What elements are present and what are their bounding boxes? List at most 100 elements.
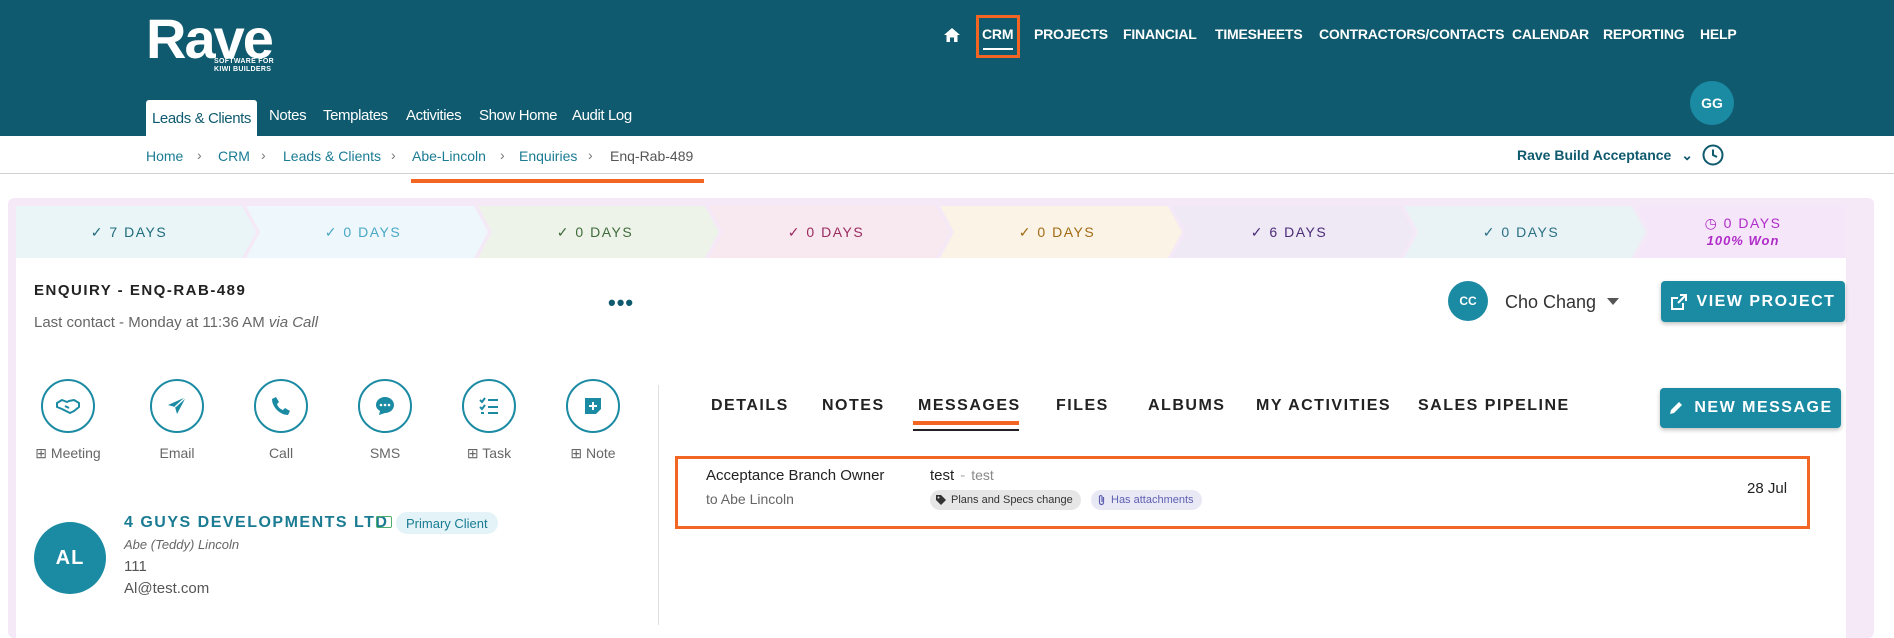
- tag-icon: [936, 495, 946, 505]
- message-subject-line: test - test: [930, 467, 994, 484]
- history-clock-icon[interactable]: [1702, 144, 1724, 166]
- breadcrumb-current: Enq-Rab-489: [610, 148, 694, 164]
- action-task[interactable]: ⊞ Task: [449, 379, 529, 462]
- logo-tagline: SOFTWARE FOR KIWI BUILDERS: [214, 58, 274, 73]
- action-note[interactable]: ⊞ Note: [553, 379, 633, 462]
- action-meeting-prefix: ⊞: [35, 445, 51, 461]
- breadcrumb-highlight: [411, 179, 704, 183]
- message-tag[interactable]: Plans and Specs change: [930, 490, 1081, 510]
- pipeline-select-value: Rave Build Acceptance: [1517, 147, 1672, 163]
- subnav-notes[interactable]: Notes: [269, 107, 307, 124]
- nav-financial[interactable]: FINANCIAL: [1123, 26, 1197, 42]
- breadcrumb-home[interactable]: Home: [146, 148, 183, 164]
- owner-avatar: CC: [1448, 281, 1488, 321]
- message-sender: Acceptance Branch Owner: [706, 467, 885, 484]
- action-email-label: Email: [159, 445, 195, 461]
- subnav-show-home[interactable]: Show Home: [479, 107, 558, 124]
- stage-1: ✓ 7 DAYS: [90, 223, 168, 240]
- new-message-label: NEW MESSAGE: [1694, 399, 1833, 416]
- subnav-templates[interactable]: Templates: [323, 107, 388, 124]
- more-options-icon[interactable]: •••: [608, 290, 634, 316]
- stage-7: ✓ 0 DAYS: [1482, 223, 1560, 240]
- nav-contractors-contacts[interactable]: CONTRACTORS/CONTACTS: [1319, 26, 1504, 42]
- nav-calendar[interactable]: CALENDAR: [1512, 26, 1589, 42]
- last-contact-text: Last contact - Monday at 11:36 AM: [34, 314, 265, 331]
- tab-notes[interactable]: NOTES: [822, 397, 885, 415]
- note-plus-icon: [585, 398, 601, 414]
- message-preview: test: [971, 467, 994, 483]
- action-task-label: Task: [482, 445, 512, 461]
- tab-messages[interactable]: MESSAGES: [918, 397, 1021, 415]
- breadcrumb-enquiries[interactable]: Enquiries: [519, 148, 577, 164]
- primary-client-badge: Primary Client: [396, 512, 498, 534]
- action-call-label: Call: [268, 445, 294, 461]
- nav-crm-underline: [983, 48, 1013, 50]
- subnav-activities[interactable]: Activities: [406, 107, 462, 124]
- client-company[interactable]: 4 GUYS DEVELOPMENTS LTD: [124, 514, 388, 532]
- tab-files[interactable]: FILES: [1056, 397, 1109, 415]
- checklist-icon: [479, 397, 498, 414]
- action-meeting-label: Meeting: [50, 445, 101, 461]
- id-card-icon: [376, 516, 392, 528]
- message-tag-label: Plans and Specs change: [951, 494, 1073, 506]
- last-contact-via: via Call: [268, 314, 319, 331]
- action-meeting[interactable]: ⊞ Meeting: [28, 379, 108, 462]
- app-header: Rave SOFTWARE FOR KIWI BUILDERS CRM PROJ…: [0, 0, 1894, 136]
- action-call[interactable]: Call: [241, 379, 321, 461]
- pipeline-select[interactable]: Rave Build Acceptance ⌄: [1517, 147, 1693, 164]
- message-subject: test: [930, 467, 955, 484]
- nav-timesheets[interactable]: TIMESHEETS: [1215, 26, 1303, 42]
- action-task-prefix: ⊞: [466, 445, 483, 461]
- external-link-icon: [1670, 293, 1687, 310]
- action-note-label: Note: [586, 445, 616, 461]
- breadcrumb-client[interactable]: Abe-Lincoln: [412, 148, 486, 164]
- owner-name[interactable]: Cho Chang: [1505, 292, 1596, 313]
- breadcrumb-leads-clients[interactable]: Leads & Clients: [283, 148, 381, 164]
- last-contact: Last contact - Monday at 11:36 AM via Ca…: [34, 314, 318, 331]
- stage-won-status: 100% Won: [1706, 233, 1780, 248]
- nav-reporting[interactable]: REPORTING: [1603, 26, 1685, 42]
- view-project-label: VIEW PROJECT: [1696, 292, 1836, 310]
- client-contact-name: Abe (Teddy) Lincoln: [124, 537, 240, 552]
- owner-dropdown-caret-icon[interactable]: [1607, 298, 1619, 305]
- message-attachments-label: Has attachments: [1111, 494, 1194, 506]
- action-sms-label: SMS: [369, 445, 401, 461]
- stage-8-label: ◷ 0 DAYS: [1704, 215, 1782, 231]
- enquiry-title: ENQUIRY - ENQ-RAB-489: [34, 282, 247, 299]
- nav-projects[interactable]: PROJECTS: [1034, 26, 1108, 42]
- sms-icon: [376, 397, 394, 415]
- subnav-audit-log[interactable]: Audit Log: [572, 107, 632, 124]
- tab-details[interactable]: DETAILS: [711, 397, 789, 415]
- stage-5: ✓ 0 DAYS: [1018, 223, 1096, 240]
- stage-8: ◷ 0 DAYS 100% Won: [1640, 206, 1846, 258]
- nav-crm[interactable]: CRM: [982, 26, 1013, 42]
- tab-messages-highlight: [913, 421, 1019, 425]
- tab-my-activities[interactable]: MY ACTIVITIES: [1256, 397, 1391, 415]
- subnav-leads-clients[interactable]: Leads & Clients: [146, 100, 257, 136]
- user-avatar[interactable]: GG: [1690, 81, 1734, 125]
- handshake-icon: [56, 399, 80, 414]
- message-recipient: to Abe Lincoln: [706, 491, 794, 507]
- action-sms[interactable]: SMS: [345, 379, 425, 461]
- breadcrumb-separator: ›: [391, 147, 396, 163]
- client-email[interactable]: Al@test.com: [124, 580, 209, 597]
- phone-icon: [272, 397, 290, 415]
- send-icon: [168, 396, 187, 414]
- tab-albums[interactable]: ALBUMS: [1148, 397, 1225, 415]
- tab-sales-pipeline[interactable]: SALES PIPELINE: [1418, 397, 1570, 415]
- nav-help[interactable]: HELP: [1700, 26, 1737, 42]
- stage-3: ✓ 0 DAYS: [556, 223, 634, 240]
- action-email[interactable]: Email: [137, 379, 217, 461]
- action-note-prefix: ⊞: [570, 445, 587, 461]
- client-phone[interactable]: 111: [124, 558, 147, 575]
- new-message-button[interactable]: NEW MESSAGE: [1660, 388, 1841, 428]
- column-divider: [658, 385, 659, 625]
- breadcrumb-crm[interactable]: CRM: [218, 148, 250, 164]
- stage-2: ✓ 0 DAYS: [324, 223, 402, 240]
- chevron-down-icon: ⌄: [1681, 147, 1693, 163]
- stage-6: ✓ 6 DAYS: [1250, 223, 1328, 240]
- home-icon[interactable]: [943, 27, 961, 43]
- view-project-button[interactable]: VIEW PROJECT: [1661, 281, 1845, 322]
- client-avatar: AL: [34, 522, 106, 594]
- tab-active-indicator: [913, 429, 1019, 431]
